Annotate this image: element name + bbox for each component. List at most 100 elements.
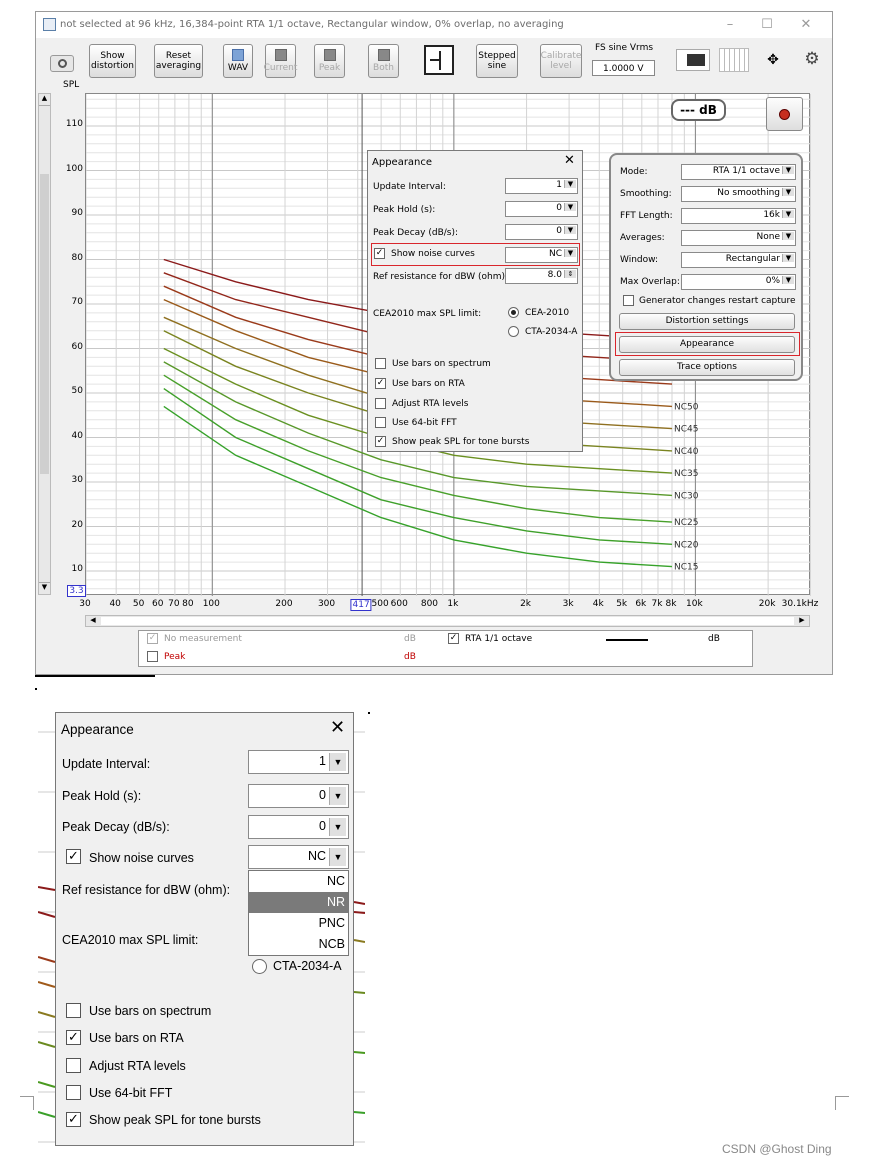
- expand-arrows-icon[interactable]: ✥: [758, 49, 788, 71]
- curve-label-nc15: NC15: [674, 563, 698, 573]
- calibrate-level-button[interactable]: Calibrate level: [540, 44, 582, 78]
- bars-spectrum-checkbox[interactable]: [375, 358, 386, 369]
- fft-length-label: FFT Length:: [620, 211, 673, 221]
- horizontal-scrollbar[interactable]: ◀ ▶: [85, 615, 810, 627]
- peak-hold-combo[interactable]: 0 ▼: [248, 784, 349, 808]
- update-interval-combo[interactable]: 1 ▼: [505, 178, 578, 194]
- curve-label-nc35: NC35: [674, 469, 698, 479]
- fft64-checkbox[interactable]: [66, 1085, 81, 1100]
- cta-2034-radio[interactable]: [508, 326, 519, 337]
- vertical-scrollbar[interactable]: ▲ ▼: [38, 93, 51, 595]
- peak-spl-checkbox[interactable]: ✓: [375, 436, 386, 447]
- fft64-checkbox[interactable]: [375, 417, 386, 428]
- generator-restart-checkbox[interactable]: [623, 295, 634, 306]
- x-tick-label: 8k: [665, 599, 677, 609]
- wav-button[interactable]: WAV: [223, 44, 253, 78]
- window-value: Rectangular: [725, 254, 780, 264]
- rta-checkbox[interactable]: ✓: [448, 633, 459, 644]
- columns-icon[interactable]: [719, 48, 749, 72]
- adjust-rta-checkbox[interactable]: [375, 398, 386, 409]
- close-button[interactable]: ✕: [794, 16, 818, 34]
- bars-rta-checkbox[interactable]: ✓: [66, 1030, 81, 1045]
- chevron-down-icon: ▼: [782, 276, 794, 284]
- distortion-settings-button[interactable]: Distortion settings: [619, 313, 795, 330]
- chevron-down-icon: ▼: [782, 232, 794, 240]
- cta-2034-radio[interactable]: [252, 959, 267, 974]
- peak-checkbox[interactable]: [147, 651, 158, 662]
- scroll-left-icon[interactable]: ◀: [87, 616, 99, 626]
- noise-curves-combo[interactable]: NC ▼: [248, 845, 349, 869]
- show-distortion-button[interactable]: Show distortion: [89, 44, 136, 78]
- update-interval-combo[interactable]: 1 ▼: [248, 750, 349, 774]
- fft-length-combo[interactable]: 16k ▼: [681, 208, 796, 224]
- reset-averaging-button[interactable]: Reset averaging: [154, 44, 203, 78]
- record-button[interactable]: [766, 97, 803, 131]
- dropdown-option-nr[interactable]: NR: [249, 892, 348, 913]
- rta-settings-panel: Mode: RTA 1/1 octave ▼ Smoothing: No smoo…: [609, 153, 803, 381]
- scroll-down-icon[interactable]: ▼: [39, 582, 50, 594]
- chevron-down-icon: ▼: [329, 848, 346, 866]
- spinner-icon: ⇕: [564, 270, 576, 278]
- x-tick-label: 300: [317, 599, 336, 609]
- h-scroll-thumb[interactable]: [101, 617, 794, 625]
- gear-icon[interactable]: ⚙: [801, 48, 823, 70]
- window-combo[interactable]: Rectangular ▼: [681, 252, 796, 268]
- cea-2010-radio[interactable]: [508, 307, 519, 318]
- peak-hold-label: Peak Hold (s):: [373, 205, 436, 215]
- appearance-highlight: [615, 332, 800, 356]
- overlap-label: Max Overlap:: [620, 277, 680, 287]
- dialog-close-icon[interactable]: ✕: [564, 153, 575, 168]
- adjust-rta-checkbox[interactable]: [66, 1058, 81, 1073]
- chevron-down-icon: ▼: [782, 188, 794, 196]
- chevron-down-icon: ▼: [329, 753, 346, 771]
- noise-curves-dropdown[interactable]: NC NR PNC NCB: [248, 870, 349, 956]
- bars-rta-checkbox[interactable]: ✓: [375, 378, 386, 389]
- averages-value: None: [756, 232, 780, 242]
- noise-curves-checkbox[interactable]: ✓: [66, 849, 81, 864]
- maximize-button[interactable]: ☐: [755, 16, 779, 34]
- dot-marker: [35, 688, 37, 690]
- x-tick-label: 60: [151, 599, 164, 609]
- trace-options-label: Trace options: [677, 362, 737, 372]
- scroll-up-icon[interactable]: ▲: [39, 94, 50, 106]
- mode-value: RTA 1/1 octave: [712, 166, 780, 176]
- peak-hold-combo[interactable]: 0 ▼: [505, 201, 578, 217]
- layout-icon[interactable]: [676, 49, 710, 71]
- ref-resistance-spinner[interactable]: 8.0 ⇕: [505, 268, 578, 284]
- cea-label: CEA2010 max SPL limit:: [62, 933, 199, 947]
- trace-options-button[interactable]: Trace options: [619, 359, 795, 376]
- cta-2034-label: CTA-2034-A: [273, 959, 342, 973]
- fs-sine-input[interactable]: 1.0000 V: [592, 60, 655, 76]
- averages-combo[interactable]: None ▼: [681, 230, 796, 246]
- stepped-sine-button[interactable]: Stepped sine: [476, 44, 518, 78]
- mode-combo[interactable]: RTA 1/1 octave ▼: [681, 164, 796, 180]
- peak-decay-combo[interactable]: 0 ▼: [505, 224, 578, 240]
- peak-decay-combo[interactable]: 0 ▼: [248, 815, 349, 839]
- save-current-button[interactable]: Current: [264, 44, 297, 78]
- dialog-close-icon[interactable]: ✕: [330, 717, 345, 738]
- no-measurement-checkbox[interactable]: ✓: [147, 633, 158, 644]
- generator-icon[interactable]: [424, 45, 454, 75]
- x-tick-label: 30: [79, 599, 91, 609]
- x-tick-label: 800: [420, 599, 439, 609]
- dropdown-option-pnc[interactable]: PNC: [249, 913, 348, 934]
- peak-label: Peak: [318, 63, 341, 73]
- peak-spl-checkbox[interactable]: ✓: [66, 1112, 81, 1127]
- scroll-thumb[interactable]: [40, 174, 49, 474]
- dropdown-option-ncb[interactable]: NCB: [249, 934, 348, 955]
- smoothing-value: No smoothing: [717, 188, 780, 198]
- scroll-right-icon[interactable]: ▶: [796, 616, 808, 626]
- rew-rta-window: not selected at 96 kHz, 16,384-point RTA…: [35, 11, 833, 675]
- save-both-button[interactable]: Both: [368, 44, 399, 78]
- overlap-combo[interactable]: 0% ▼: [681, 274, 796, 290]
- minimize-button[interactable]: –: [718, 16, 742, 34]
- save-peak-button[interactable]: Peak: [314, 44, 345, 78]
- dropdown-option-nc[interactable]: NC: [249, 871, 348, 892]
- x-tick-label: 80: [182, 599, 194, 609]
- x-tick-label: 1k: [447, 599, 459, 609]
- camera-icon[interactable]: [50, 55, 74, 72]
- dot-marker: [368, 712, 370, 714]
- smoothing-combo[interactable]: No smoothing ▼: [681, 186, 796, 202]
- curve-label-nc25: NC25: [674, 518, 698, 528]
- bars-spectrum-checkbox[interactable]: [66, 1003, 81, 1018]
